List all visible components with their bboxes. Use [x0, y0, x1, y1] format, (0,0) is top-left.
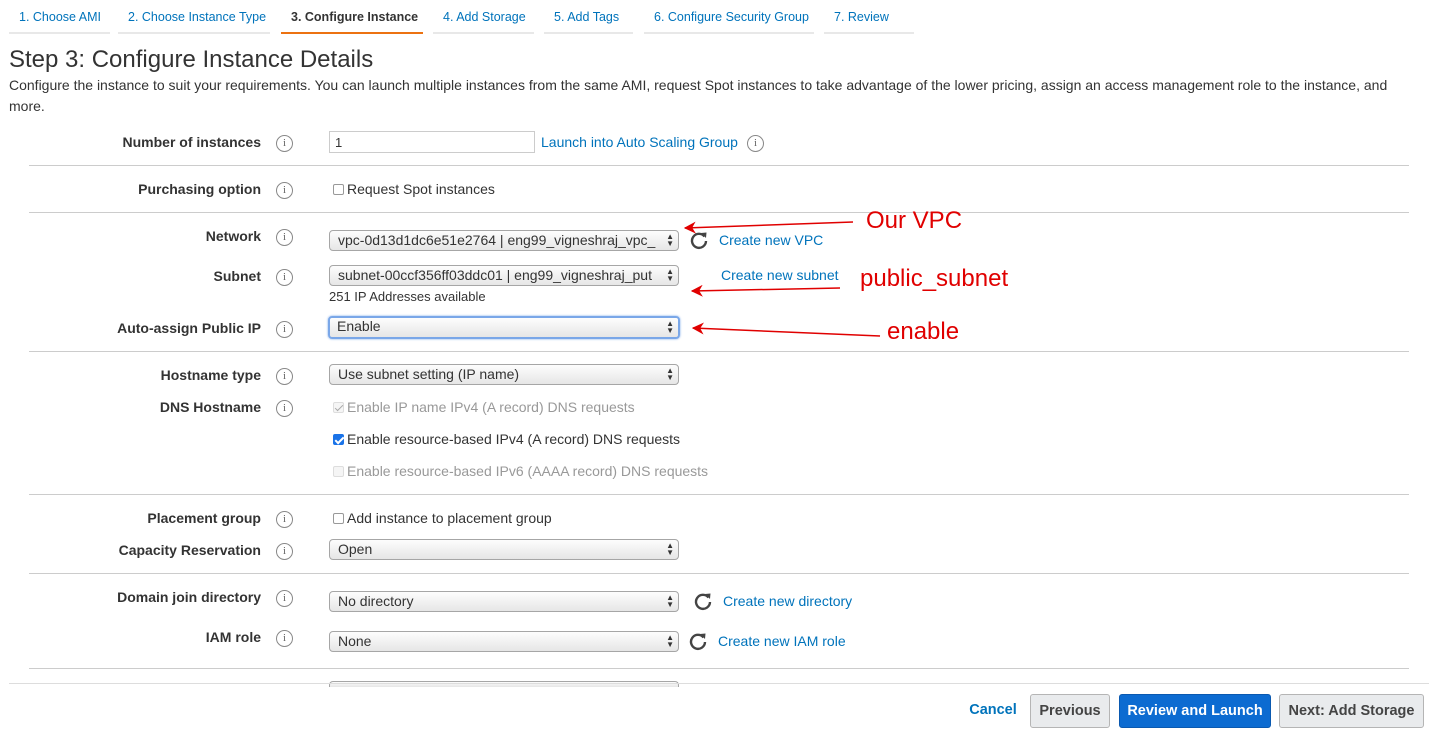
refresh-icon[interactable]: [688, 631, 708, 651]
info-icon[interactable]: i: [276, 630, 293, 647]
select-arrows-icon: ▲ ▼: [666, 593, 674, 609]
tab-configure-security-group[interactable]: 6. Configure Security Group: [644, 0, 814, 34]
info-icon[interactable]: i: [276, 229, 293, 246]
divider: [29, 212, 1409, 213]
info-icon[interactable]: i: [276, 590, 293, 607]
annotation-public-subnet: public_subnet: [860, 265, 1009, 292]
refresh-icon[interactable]: [693, 591, 713, 611]
partial-select: [329, 681, 679, 687]
domain-join-select[interactable]: No directory ▲ ▼: [329, 591, 679, 612]
request-spot-checkbox[interactable]: [333, 184, 344, 195]
tab-choose-ami[interactable]: 1. Choose AMI: [9, 0, 110, 34]
divider: [29, 668, 1409, 669]
next-add-storage-button[interactable]: Next: Add Storage: [1279, 694, 1424, 728]
divider: [29, 165, 1409, 166]
tab-add-storage[interactable]: 4. Add Storage: [433, 0, 534, 34]
tab-add-tags[interactable]: 5. Add Tags: [544, 0, 633, 34]
iam-role-select[interactable]: None ▲ ▼: [329, 631, 679, 652]
dns-hostname-label: DNS Hostname: [159, 399, 261, 415]
iam-role-label: IAM role: [205, 629, 261, 645]
create-new-subnet-link[interactable]: Create new subnet: [721, 267, 839, 283]
cancel-button[interactable]: Cancel: [962, 694, 1024, 728]
network-select-value: vpc-0d13d1dc6e51e2764 | eng99_vigneshraj…: [338, 232, 656, 248]
page-title: Step 3: Configure Instance Details: [9, 46, 374, 73]
placement-group-checkbox[interactable]: [333, 513, 344, 524]
domain-join-value: No directory: [338, 593, 414, 609]
hostname-type-select[interactable]: Use subnet setting (IP name) ▲ ▼: [329, 364, 679, 385]
annotation-our-vpc: Our VPC: [866, 207, 963, 234]
capacity-reservation-value: Open: [338, 541, 373, 557]
network-select[interactable]: vpc-0d13d1dc6e51e2764 | eng99_vigneshraj…: [329, 230, 679, 251]
info-icon[interactable]: i: [276, 321, 293, 338]
launch-auto-scaling-link[interactable]: Launch into Auto Scaling Group: [541, 134, 738, 150]
info-icon[interactable]: i: [276, 368, 293, 385]
enable-resource-ipv6-checkbox: [333, 466, 344, 477]
page-description: Configure the instance to suit your requ…: [9, 77, 1388, 114]
select-arrows-icon: ▲ ▼: [666, 319, 674, 335]
divider: [29, 351, 1409, 352]
tab-review[interactable]: 7. Review: [824, 0, 914, 34]
enable-ip-name-ipv4-checkbox: [333, 402, 344, 413]
enable-resource-ipv4-checkbox[interactable]: [333, 434, 344, 445]
annotation-enable: enable: [887, 318, 960, 345]
number-of-instances-label: Number of instances: [122, 134, 261, 150]
hostname-type-value: Use subnet setting (IP name): [338, 366, 520, 382]
divider: [29, 494, 1409, 495]
previous-button[interactable]: Previous: [1030, 694, 1110, 728]
select-arrows-icon: ▲ ▼: [666, 267, 674, 283]
tab-configure-instance[interactable]: 3. Configure Instance: [281, 0, 423, 34]
auto-assign-ip-value: Enable: [337, 318, 381, 334]
capacity-reservation-label: Capacity Reservation: [118, 542, 261, 558]
placement-group-checkbox-label: Add instance to placement group: [347, 510, 552, 526]
info-icon[interactable]: i: [276, 269, 293, 286]
enable-resource-ipv6-label: Enable resource-based IPv6 (AAAA record)…: [347, 463, 709, 479]
hostname-type-label: Hostname type: [160, 367, 261, 383]
auto-assign-ip-select[interactable]: Enable ▲ ▼: [328, 316, 680, 339]
info-icon[interactable]: i: [276, 511, 293, 528]
auto-assign-ip-label: Auto-assign Public IP: [117, 320, 261, 336]
refresh-icon[interactable]: [689, 230, 709, 250]
info-icon[interactable]: i: [276, 400, 293, 417]
select-arrows-icon: ▲ ▼: [666, 541, 674, 557]
wizard-tabs: 1. Choose AMI 2. Choose Instance Type 3.…: [0, 0, 1432, 34]
enable-resource-ipv4-label: Enable resource-based IPv4 (A record) DN…: [347, 431, 681, 447]
network-label: Network: [205, 228, 261, 244]
select-arrows-icon: ▲ ▼: [666, 366, 674, 382]
subnet-select-value: subnet-00ccf356ff03ddc01 | eng99_vignesh…: [338, 267, 652, 283]
select-arrows-icon: ▲ ▼: [666, 633, 674, 649]
footer-divider: [9, 683, 1429, 684]
request-spot-label: Request Spot instances: [347, 181, 495, 197]
capacity-reservation-select[interactable]: Open ▲ ▼: [329, 539, 679, 560]
create-new-directory-link[interactable]: Create new directory: [723, 593, 852, 609]
number-of-instances-input[interactable]: [329, 131, 535, 153]
domain-join-label: Domain join directory: [117, 589, 261, 605]
create-new-iam-role-link[interactable]: Create new IAM role: [718, 633, 846, 649]
iam-role-value: None: [338, 633, 372, 649]
placement-group-label: Placement group: [147, 510, 261, 526]
info-icon[interactable]: i: [276, 543, 293, 560]
info-icon[interactable]: i: [276, 135, 293, 152]
enable-ip-name-ipv4-label: Enable IP name IPv4 (A record) DNS reque…: [347, 399, 635, 415]
divider: [29, 573, 1409, 574]
info-icon[interactable]: i: [276, 182, 293, 199]
select-arrows-icon: ▲ ▼: [666, 232, 674, 248]
subnet-select[interactable]: subnet-00ccf356ff03ddc01 | eng99_vignesh…: [329, 265, 679, 286]
review-and-launch-button[interactable]: Review and Launch: [1119, 694, 1271, 728]
info-icon[interactable]: i: [747, 135, 764, 152]
subnet-ip-count: 251 IP Addresses available: [329, 289, 486, 304]
subnet-label: Subnet: [213, 268, 261, 284]
tab-choose-instance-type[interactable]: 2. Choose Instance Type: [118, 0, 270, 34]
purchasing-option-label: Purchasing option: [138, 181, 261, 197]
create-new-vpc-link[interactable]: Create new VPC: [719, 232, 823, 248]
